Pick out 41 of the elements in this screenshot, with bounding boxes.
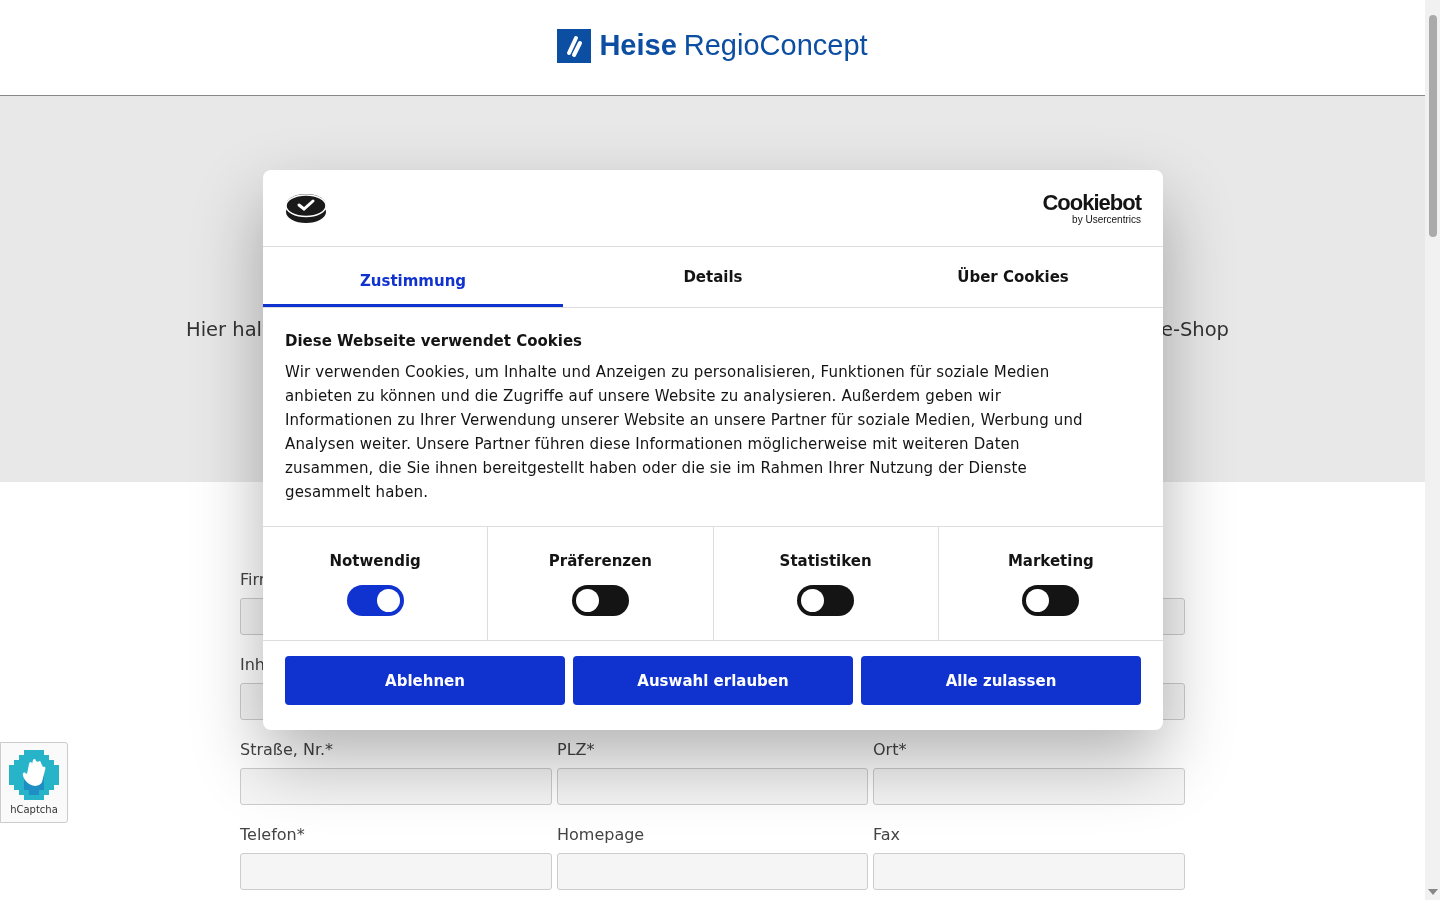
input-field[interactable] (873, 768, 1185, 805)
field-label: Straße, Nr.* (240, 740, 334, 760)
toggle-switch[interactable] (346, 585, 404, 616)
consent-button[interactable]: Ablehnen (285, 656, 565, 705)
field-label: Fax (873, 825, 900, 845)
toggle-switch[interactable] (797, 585, 855, 616)
field-label: Firr (240, 570, 266, 590)
scrollbar-thumb[interactable] (1429, 15, 1437, 237)
captcha-badge[interactable]: hCaptcha (0, 742, 68, 823)
consent-icon (285, 192, 327, 224)
logo-brand: Heise (599, 29, 677, 62)
input-field[interactable] (557, 768, 868, 805)
hero-text: Hier hal (186, 318, 263, 341)
dialog-title: Diese Webseite verwendet Cookies (285, 332, 584, 350)
dialog-text: Wir verwenden Cookies, um Inhalte und Anzeigen zu personalisieren, Funktionen für soziale Medien anbieten zu können und die Zugriffe auf unsere Website zu analysieren. Außerdem geben wir Informationen zu Ihrer Verwendung unserer Website an unsere Partner für soziale Medien, Werbung und Analysen weiter. Unsere Partner führen diese Informationen möglicherweise mit weiteren Daten zusammen, die Sie ihnen bereitgestellt haben oder die sie im Rahmen Ihrer Nutzung der Dienste gesammelt haben. (285, 362, 1084, 503)
input-field[interactable] (240, 768, 552, 805)
field-label: Telefon* (240, 825, 305, 845)
input-field[interactable] (873, 853, 1185, 890)
logo-product: RegioConcept (683, 29, 868, 62)
cookiebot-logo: Cookiebot (1042, 191, 1141, 214)
input-field[interactable] (557, 853, 868, 890)
field-label: PLZ* (557, 740, 595, 760)
dialog-tab[interactable]: Zustimmung (263, 247, 563, 307)
scroll-down-icon[interactable] (1428, 889, 1438, 895)
field-label: Ort* (873, 740, 907, 760)
hero-text: e-Shop (1160, 318, 1229, 341)
field-label: Homepage (557, 825, 645, 845)
toggle-switch[interactable] (571, 585, 629, 616)
captcha-label: hCaptcha (10, 804, 58, 815)
hand-icon (9, 750, 59, 800)
consent-button[interactable]: Auswahl erlauben (573, 656, 853, 705)
cookiebot-byline: by Usercentrics (1072, 213, 1141, 225)
category-label: Marketing (1007, 552, 1094, 570)
category-label: Statistiken (779, 552, 872, 570)
category-label: Notwendig (329, 552, 421, 570)
consent-button[interactable]: Alle zulassen (861, 656, 1141, 705)
scrollbar[interactable] (1425, 0, 1440, 900)
category-label: Präferenzen (548, 552, 652, 570)
logo-icon (557, 28, 592, 63)
input-field[interactable] (240, 853, 552, 890)
toggle-switch[interactable] (1022, 585, 1080, 616)
